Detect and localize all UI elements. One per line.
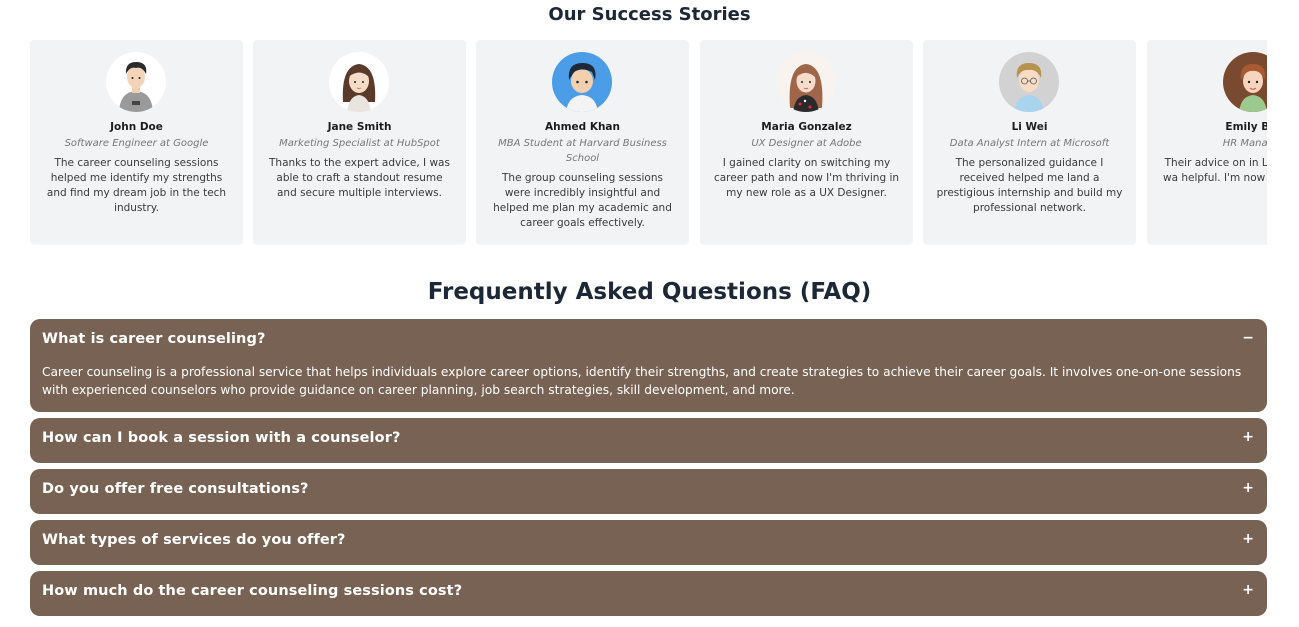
testimonial-name: John Doe <box>110 121 163 133</box>
testimonial-text: Their advice on in LinkedIn profile wa h… <box>1162 157 1267 184</box>
avatar-ahmed-khan <box>552 52 612 112</box>
faq-question[interactable]: What types of services do you offer? <box>42 532 346 548</box>
faq-question[interactable]: How much do the career counseling sessio… <box>42 583 462 599</box>
testimonial-role: Data Analyst Intern at Microsoft <box>949 138 1110 149</box>
testimonial-text: Thanks to the expert advice, I was able … <box>269 157 450 199</box>
avatar-john-doe <box>106 52 166 112</box>
faq-item[interactable]: How can I book a session with a counselo… <box>30 418 1267 463</box>
testimonial-card: Li Wei Data Analyst Intern at Microsoft … <box>923 40 1136 244</box>
testimonial-name: Ahmed Khan <box>544 121 620 133</box>
testimonial-name: Li Wei <box>1011 121 1048 133</box>
testimonial-role: MBA Student at Harvard Business School <box>498 138 667 164</box>
faq-title: Frequently Asked Questions (FAQ) <box>427 279 872 305</box>
testimonial-card: Emily Bro HR Manager Their advice on in … <box>1147 40 1267 244</box>
faq-answer: Career counseling is a professional serv… <box>42 365 1242 397</box>
expand-plus-icon[interactable]: + <box>1242 480 1254 496</box>
success-stories-title: Our Success Stories <box>548 4 751 25</box>
avatar-maria-gonzalez <box>776 52 836 112</box>
success-stories-carousel[interactable]: John Doe Software Engineer at Google The… <box>30 40 1267 245</box>
faq-item[interactable]: How much do the career counseling sessio… <box>30 571 1267 616</box>
expand-plus-icon[interactable]: + <box>1242 531 1254 547</box>
testimonial-role: UX Designer at Adobe <box>751 138 862 149</box>
faq-question[interactable]: How can I book a session with a counselo… <box>42 430 400 446</box>
expand-plus-icon[interactable]: + <box>1242 582 1254 598</box>
testimonial-name: Emily Bro <box>1225 121 1267 133</box>
testimonial-name: Jane Smith <box>327 121 392 133</box>
avatar-li-wei <box>999 52 1059 112</box>
testimonial-text: I gained clarity on switching my career … <box>713 157 900 199</box>
faq-question[interactable]: Do you offer free consultations? <box>42 481 309 497</box>
avatar-emily <box>1223 52 1267 112</box>
testimonial-card: Ahmed Khan MBA Student at Harvard Busine… <box>476 40 689 244</box>
testimonial-text: The career counseling sessions helped me… <box>46 157 227 214</box>
testimonial-text: The personalized guidance I received hel… <box>936 157 1123 214</box>
testimonial-card: Jane Smith Marketing Specialist at HubSp… <box>253 40 466 244</box>
testimonial-role: Software Engineer at Google <box>64 138 209 149</box>
avatar-jane-smith <box>329 52 389 112</box>
faq-question[interactable]: What is career counseling? <box>42 331 265 347</box>
testimonial-name: Maria Gonzalez <box>761 121 852 133</box>
testimonial-role: Marketing Specialist at HubSpot <box>279 138 440 149</box>
faq-item[interactable]: What types of services do you offer? + <box>30 520 1267 565</box>
testimonial-role: HR Manager <box>1222 138 1267 149</box>
faq-item[interactable]: Do you offer free consultations? + <box>30 469 1267 514</box>
faq-item-expanded[interactable]: What is career counseling? − Career coun… <box>30 319 1267 412</box>
expand-plus-icon[interactable]: + <box>1242 429 1254 445</box>
testimonial-card: John Doe Software Engineer at Google The… <box>30 40 243 244</box>
collapse-minus-icon[interactable]: − <box>1242 330 1254 346</box>
testimonial-text: The group counseling sessions were incre… <box>493 172 672 229</box>
testimonial-card: Maria Gonzalez UX Designer at Adobe I ga… <box>700 40 913 244</box>
